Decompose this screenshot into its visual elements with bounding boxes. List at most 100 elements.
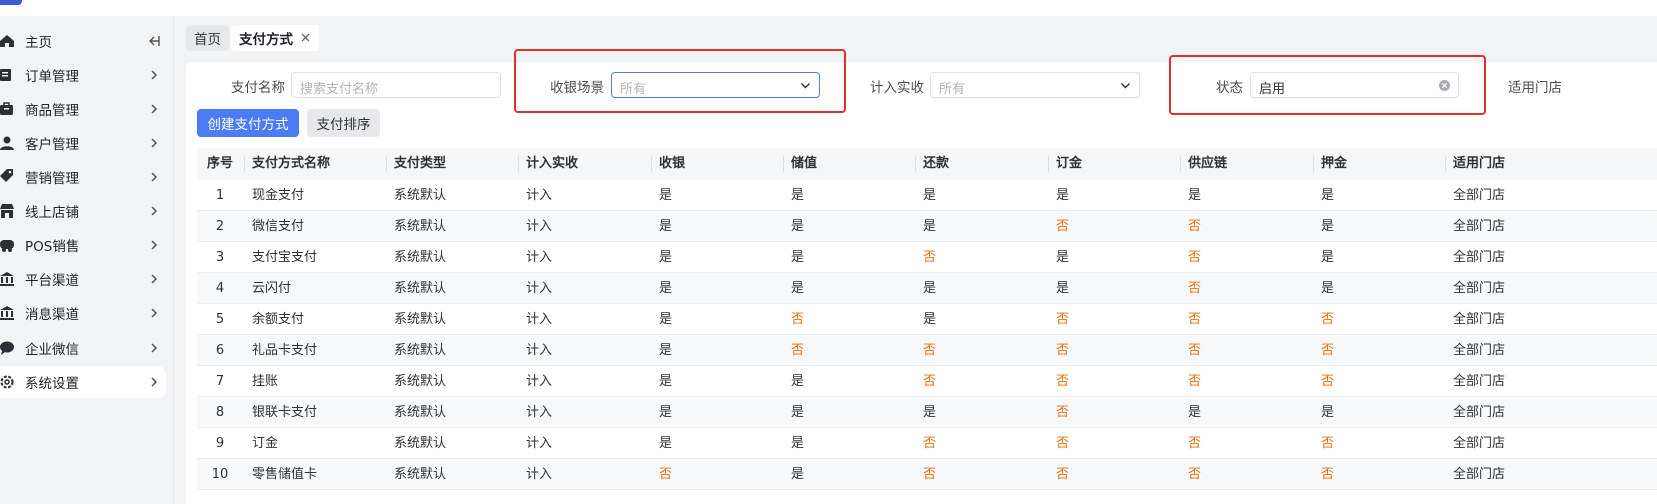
table-cell-col-deposit: 否: [1056, 436, 1070, 451]
cashier-scene-select[interactable]: 所有: [611, 72, 820, 98]
close-icon[interactable]: [299, 31, 312, 44]
table-cell-col-index: 4: [215, 281, 225, 296]
column-separator[interactable]: [1048, 156, 1049, 172]
column-header-col-repay: 还款: [923, 156, 950, 171]
table-cell-col-repay: 是: [923, 219, 937, 234]
table-cell-col-stored: 否: [791, 343, 805, 358]
table-cell-col-name: 余额支付: [252, 312, 305, 327]
table-row[interactable]: 4 云闪付 系统默认 计入 是 是 是 是 否 是 全部门店: [197, 273, 1657, 304]
payment-name-input[interactable]: 搜索支付名称: [291, 72, 501, 98]
table-cell-col-repay: 是: [923, 281, 937, 296]
table-row[interactable]: 8 银联卡支付 系统默认 计入 是 是 是 否 是 是 全部门店: [197, 397, 1657, 428]
column-separator[interactable]: [651, 156, 652, 172]
table-row[interactable]: 9 订金 系统默认 计入 是 是 否 否 否 否 全部门店: [197, 428, 1657, 459]
column-separator[interactable]: [1180, 156, 1181, 172]
column-separator[interactable]: [386, 156, 387, 172]
tab-label: 支付方式: [239, 32, 293, 48]
table-cell-col-repay: 是: [923, 188, 937, 203]
sidebar-item-label: 消息渠道: [25, 307, 79, 323]
table-cell-col-index: 7: [215, 374, 225, 389]
sidebar-item-pos[interactable]: POS销售: [0, 229, 166, 261]
sidebar-item-platform-channels[interactable]: 平台渠道: [0, 263, 166, 295]
table-cell-col-store: 全部门店: [1453, 250, 1506, 265]
table-cell-col-index: 6: [215, 343, 225, 358]
column-separator[interactable]: [783, 156, 784, 172]
table-cell-col-type: 系统默认: [394, 374, 447, 389]
table-cell-col-actual: 计入: [526, 343, 553, 358]
chevron-right-icon: [151, 274, 158, 284]
collapse-left-icon[interactable]: [148, 34, 160, 48]
table-row[interactable]: 6 礼品卡支付 系统默认 计入 是 否 否 否 否 否 全部门店: [197, 335, 1657, 366]
create-payment-method-button[interactable]: 创建支付方式: [197, 109, 299, 137]
chevron-right-icon: [151, 104, 158, 114]
tag-icon: [0, 169, 13, 182]
sidebar-item-orders[interactable]: 订单管理: [0, 59, 166, 91]
table-cell-col-repay: 否: [923, 467, 937, 482]
table-cell-col-repay: 是: [923, 405, 937, 420]
sidebar-item-label: POS销售: [25, 239, 80, 255]
sidebar-item-online-store[interactable]: 线上店铺: [0, 195, 166, 227]
table-cell-col-actual: 计入: [526, 467, 553, 482]
sidebar-item-label: 客户管理: [25, 137, 79, 153]
sidebar-item-system-settings[interactable]: 系统设置: [0, 366, 166, 398]
column-separator[interactable]: [518, 156, 519, 172]
table-cell-col-name: 银联卡支付: [252, 405, 318, 420]
table-row[interactable]: 1 现金支付 系统默认 计入 是 是 是 是 是 是 全部门店: [197, 180, 1657, 211]
sidebar-item-marketing[interactable]: 营销管理: [0, 161, 166, 193]
sidebar-item-message-channels[interactable]: 消息渠道: [0, 297, 166, 329]
sidebar-item-label: 主页: [25, 35, 52, 51]
column-separator[interactable]: [915, 156, 916, 172]
column-header-col-index: 序号: [206, 156, 233, 171]
tab-label: 首页: [194, 32, 221, 48]
table-cell-col-stored: 是: [791, 219, 805, 234]
sidebar-item-products[interactable]: 商品管理: [0, 93, 166, 125]
table-cell-col-repay: 否: [923, 436, 937, 451]
table-row[interactable]: 5 余额支付 系统默认 计入 是 否 是 否 否 否 全部门店: [197, 304, 1657, 335]
table-cell-col-name: 订金: [252, 436, 279, 451]
status-label: 状态: [1216, 80, 1243, 96]
sidebar-item-customers[interactable]: 客户管理: [0, 127, 166, 159]
table-header: 序号 支付方式名称 支付类型 计入实收 收银 储值 还款 订金 供应链 押金 适用门店: [197, 148, 1657, 180]
table-cell-col-type: 系统默认: [394, 281, 447, 296]
table-row[interactable]: 10 零售储值卡 系统默认 计入 否 是 否 否 否 否 全部门店: [197, 459, 1657, 490]
column-header-col-deposit: 订金: [1056, 156, 1083, 171]
status-select[interactable]: 启用: [1250, 72, 1459, 98]
sidebar-item-wecom[interactable]: 企业微信: [0, 332, 166, 364]
table-cell-col-store: 全部门店: [1453, 467, 1506, 482]
app-logo: [0, 0, 22, 5]
table-cell-col-actual: 计入: [526, 436, 553, 451]
tab-payment-methods[interactable]: 支付方式: [231, 25, 319, 51]
sidebar-item-home[interactable]: 主页: [0, 25, 166, 57]
payment-sort-button[interactable]: 支付排序: [307, 109, 380, 137]
column-header-col-stored: 储值: [791, 156, 818, 171]
cashier-scene-label: 收银场景: [550, 80, 604, 96]
table-cell-col-supply: 否: [1188, 374, 1202, 389]
clear-icon[interactable]: [1438, 79, 1451, 92]
home-icon: [0, 35, 14, 47]
chevron-right-icon: [151, 343, 158, 353]
table-row[interactable]: 3 支付宝支付 系统默认 计入 是 是 否 是 否 是 全部门店: [197, 242, 1657, 273]
column-separator[interactable]: [1445, 156, 1446, 172]
sidebar-item-label: 企业微信: [25, 342, 79, 358]
column-separator[interactable]: [244, 156, 245, 172]
table-cell-col-actual: 计入: [526, 250, 553, 265]
column-header-col-store: 适用门店: [1453, 156, 1506, 171]
column-separator[interactable]: [1313, 156, 1314, 172]
table-cell-col-cashier: 是: [659, 281, 673, 296]
table-cell-col-deposit: 否: [1056, 312, 1070, 327]
table-cell-col-pledge: 是: [1321, 405, 1335, 420]
table-cell-col-deposit: 否: [1056, 219, 1070, 234]
table-cell-col-actual: 计入: [526, 312, 553, 327]
table-row[interactable]: 7 挂账 系统默认 计入 是 是 否 否 否 否 全部门店: [197, 366, 1657, 397]
table-cell-col-store: 全部门店: [1453, 405, 1506, 420]
table-cell-col-supply: 否: [1188, 250, 1202, 265]
count-actual-select[interactable]: 所有: [930, 72, 1140, 98]
table-row[interactable]: 2 微信支付 系统默认 计入 是 是 是 否 否 是 全部门店: [197, 211, 1657, 242]
table-cell-col-stored: 是: [791, 467, 805, 482]
table-cell-col-stored: 是: [791, 250, 805, 265]
table-cell-col-type: 系统默认: [394, 188, 447, 203]
table-cell-col-name: 云闪付: [252, 281, 292, 296]
table-cell-col-cashier: 是: [659, 250, 673, 265]
table-cell-col-deposit: 否: [1056, 467, 1070, 482]
tab-home[interactable]: 首页: [186, 25, 229, 51]
